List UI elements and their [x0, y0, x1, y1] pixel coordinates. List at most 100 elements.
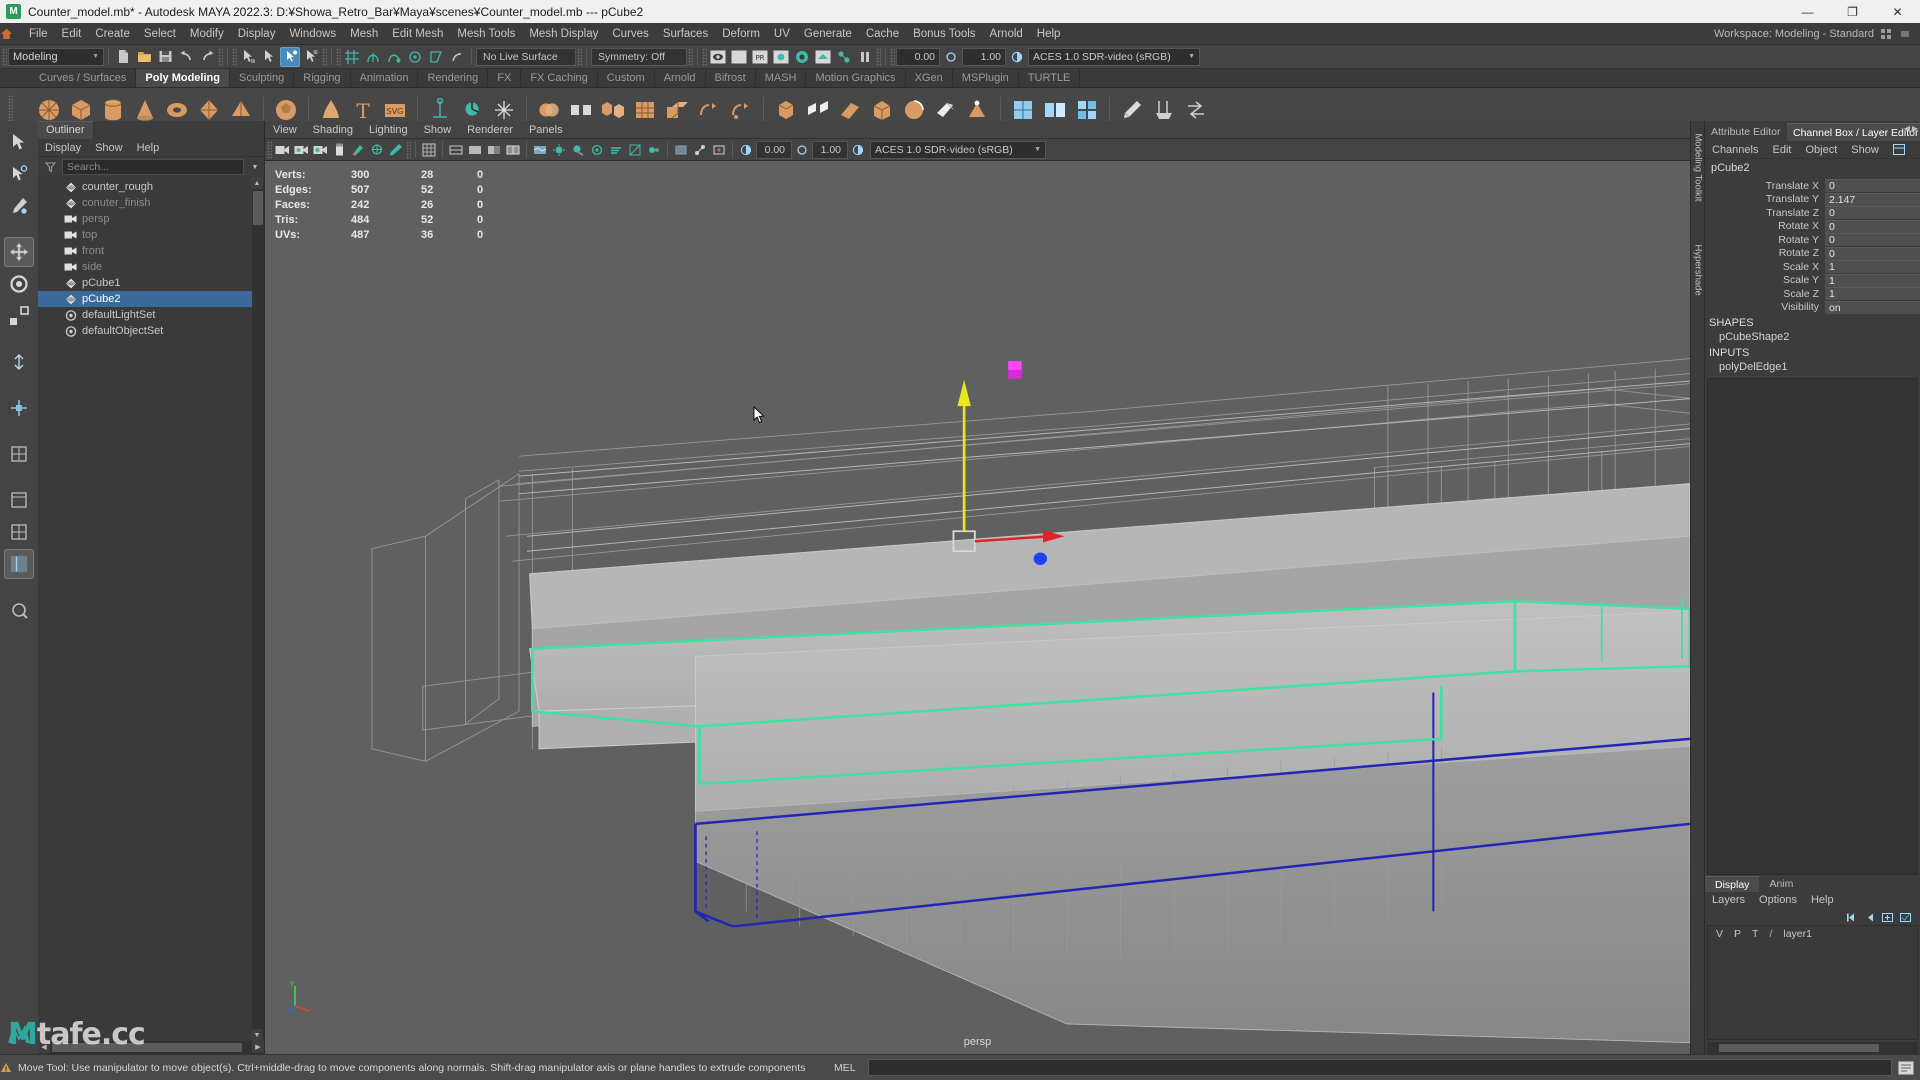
layer-prev-icon[interactable]: [1863, 912, 1876, 923]
outliner-menu-display[interactable]: Display: [38, 139, 88, 157]
channel-row-visibility[interactable]: Visibility on: [1705, 300, 1920, 315]
show-hide-editors-icon[interactable]: [708, 47, 728, 67]
outliner-item-conuter_finish[interactable]: conuter_finish: [38, 195, 264, 211]
workspace-settings-icon[interactable]: [1880, 28, 1900, 40]
outliner-menu-show[interactable]: Show: [88, 139, 130, 157]
shelf-tab-xgen[interactable]: XGen: [905, 69, 953, 87]
tab-channel-box-layer-editor[interactable]: Channel Box / Layer Editor: [1787, 123, 1920, 141]
render-setup-icon[interactable]: [813, 47, 833, 67]
viewport-menu-shading[interactable]: Shading: [305, 121, 361, 139]
toolbar-grip-8[interactable]: [702, 47, 707, 66]
snap-to-projected-center-button[interactable]: [405, 47, 425, 67]
colorspace-dropdown[interactable]: ACES 1.0 SDR-video (sRGB) ▼: [1028, 47, 1200, 66]
outliner-menu-help[interactable]: Help: [130, 139, 167, 157]
ipr-render-icon[interactable]: PR: [750, 47, 770, 67]
outliner-vertical-scrollbar[interactable]: ▲ ▼: [251, 177, 264, 1041]
shelf-tab-animation[interactable]: Animation: [350, 69, 419, 87]
layer-list[interactable]: V P T / layer1: [1707, 925, 1918, 1040]
filter-icon[interactable]: [42, 161, 58, 173]
snap-to-curve-button[interactable]: [363, 47, 383, 67]
poly-prism-icon[interactable]: [194, 95, 224, 125]
scroll-down-icon[interactable]: ▼: [251, 1029, 263, 1041]
hypershade-icon[interactable]: [792, 47, 812, 67]
colorspace-toggle-icon[interactable]: [1007, 47, 1027, 67]
select-hierarchy-button[interactable]: [238, 47, 258, 67]
poly-cone-icon[interactable]: [130, 95, 160, 125]
le-menu-layers[interactable]: Layers: [1705, 892, 1752, 909]
toolbar-grip-5[interactable]: [336, 47, 341, 66]
layer-scroll-thumb[interactable]: [1719, 1044, 1879, 1052]
menu-help[interactable]: Help: [1030, 23, 1068, 45]
channel-row-translate-y[interactable]: Translate Y 2.147: [1705, 192, 1920, 207]
channel-row-rotate-x[interactable]: Rotate X 0: [1705, 219, 1920, 234]
toolbar-grip-10[interactable]: [890, 47, 895, 66]
shaded-wireframe-icon[interactable]: [504, 141, 522, 159]
render-view-icon[interactable]: [729, 47, 749, 67]
layer-new-from-selected-icon[interactable]: [1899, 912, 1912, 923]
layer-editor-scrollbar[interactable]: [1707, 1042, 1918, 1054]
outliner-item-side[interactable]: side: [38, 259, 264, 275]
xray-icon[interactable]: [672, 141, 690, 159]
shelf-tab-fx-caching[interactable]: FX Caching: [521, 69, 598, 87]
poly-extrude-face-icon[interactable]: [867, 95, 897, 125]
xray-active-components-icon[interactable]: [710, 141, 728, 159]
grid-toggle-icon[interactable]: [420, 141, 438, 159]
poly-cube-icon[interactable]: [66, 95, 96, 125]
select-tool[interactable]: [4, 127, 34, 157]
select-components-button[interactable]: [280, 46, 300, 67]
shelf-tab-mash[interactable]: MASH: [755, 69, 807, 87]
menu-mesh[interactable]: Mesh: [343, 23, 385, 45]
poly-cylinder-icon[interactable]: [98, 95, 128, 125]
smooth-shading-icon[interactable]: [466, 141, 484, 159]
layer-first-icon[interactable]: [1845, 912, 1858, 923]
viewport-exposure-field[interactable]: 0.00: [756, 140, 792, 159]
four-view-layout[interactable]: [4, 517, 34, 547]
xray-joints-icon[interactable]: [691, 141, 709, 159]
new-scene-button[interactable]: [113, 47, 133, 67]
minimize-button[interactable]: —: [1785, 0, 1830, 23]
shelf-tab-sculpting[interactable]: Sculpting: [229, 69, 295, 87]
cb-menu-channels[interactable]: Channels: [1705, 141, 1765, 159]
outliner-item-pcube1[interactable]: pCube1: [38, 275, 264, 291]
layer-editor-icon[interactable]: [1916, 144, 1920, 155]
channel-row-scale-x[interactable]: Scale X 1: [1705, 260, 1920, 274]
shelf-tab-custom[interactable]: Custom: [597, 69, 655, 87]
two-d-pan-zoom-icon[interactable]: [349, 141, 367, 159]
multi-cut-icon[interactable]: [931, 95, 961, 125]
grease-pencil-icon[interactable]: [368, 141, 386, 159]
menu-surfaces[interactable]: Surfaces: [656, 23, 715, 45]
chevron-left-icon[interactable]: ◀: [1904, 124, 1910, 133]
exposure-value[interactable]: 0.00: [896, 47, 940, 66]
bookmark-camera-icon[interactable]: [311, 141, 329, 159]
viewport-toolbar-grip[interactable]: [267, 140, 272, 159]
mirror-icon[interactable]: [694, 95, 724, 125]
channel-box-empty-area[interactable]: [1707, 378, 1918, 875]
multisample-aa-icon[interactable]: [626, 141, 644, 159]
channel-value-field[interactable]: 1: [1825, 287, 1920, 301]
menu-modify[interactable]: Modify: [183, 23, 231, 45]
viewport-canvas[interactable]: Verts: 300 28 0 Edges: 507 52 0 Faces: 242 26 0 Tris…: [265, 161, 1690, 1054]
menu-uv[interactable]: UV: [767, 23, 797, 45]
channel-box-attribute-list[interactable]: Translate X 0 Translate Y 2.147 Translate Z 0…: [1705, 177, 1920, 314]
viewport-toolbar-grip-2[interactable]: [406, 140, 411, 159]
menu-windows[interactable]: Windows: [282, 23, 343, 45]
viewport-menu-view[interactable]: View: [265, 121, 305, 139]
circularize-icon[interactable]: [899, 95, 929, 125]
mesh-grid-icon[interactable]: [630, 95, 660, 125]
channel-value-field[interactable]: 0: [1825, 219, 1920, 233]
tab-modeling-toolkit[interactable]: Modeling Toolkit: [1693, 134, 1704, 202]
scale-tool[interactable]: [4, 301, 34, 331]
shadows-icon[interactable]: [569, 141, 587, 159]
boolean-icon[interactable]: [598, 95, 628, 125]
channel-value-field[interactable]: 2.147: [1825, 192, 1920, 206]
save-scene-button[interactable]: [155, 47, 175, 67]
chevron-right-icon[interactable]: ▶: [1912, 124, 1918, 133]
paint-select-icon[interactable]: [1149, 95, 1179, 125]
command-line-input[interactable]: [868, 1059, 1892, 1076]
workspace-label[interactable]: Workspace: Modeling - Standard: [1714, 28, 1874, 40]
channel-value-field[interactable]: 0: [1825, 246, 1920, 260]
duplicate-special-icon[interactable]: [726, 95, 756, 125]
open-scene-button[interactable]: [134, 47, 154, 67]
transfer-attributes-icon[interactable]: [1181, 95, 1211, 125]
maximize-button[interactable]: ❐: [1830, 0, 1875, 23]
